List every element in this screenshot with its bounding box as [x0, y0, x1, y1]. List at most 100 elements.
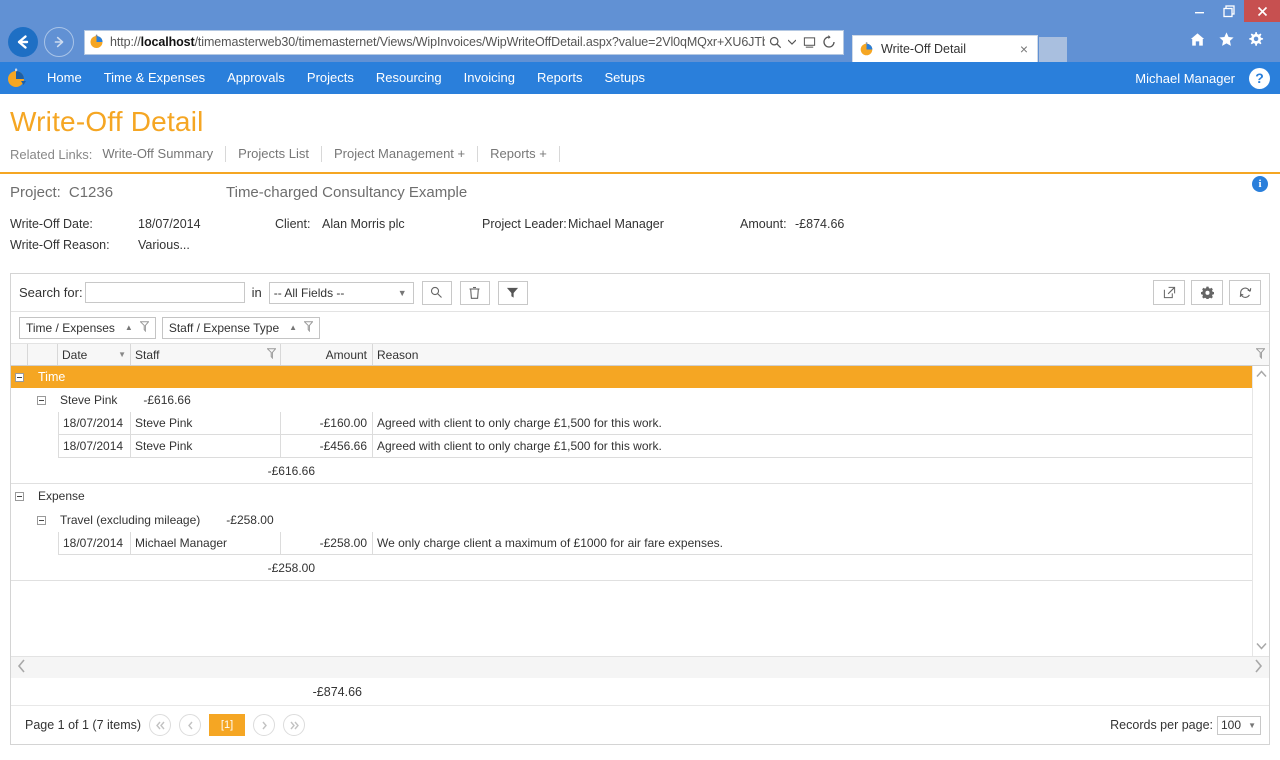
nav-item-time-expenses[interactable]: Time & Expenses [93, 62, 216, 94]
group-row-level2[interactable]: Travel (excluding mileage) -£258.00 [11, 508, 1269, 532]
table-row[interactable]: 18/07/2014 Steve Pink -£456.66 Agreed wi… [11, 435, 1269, 458]
subtotal-amount: -£258.00 [267, 560, 315, 575]
related-link-project-management[interactable]: Project Management + [320, 146, 477, 162]
row-amount: -£258.00 [281, 532, 373, 555]
close-icon[interactable]: × [1017, 41, 1031, 57]
subtotal-row: -£616.66 [11, 458, 1269, 484]
gear-icon [1200, 286, 1214, 299]
app-navigation-bar: Home Time & Expenses Approvals Projects … [0, 62, 1280, 94]
page-info-label: Page 1 of 1 (7 items) [25, 718, 142, 732]
clear-search-button[interactable] [459, 280, 490, 305]
refresh-icon [1239, 287, 1251, 298]
last-page-icon[interactable] [283, 714, 306, 736]
related-link-reports[interactable]: Reports + [477, 146, 559, 162]
filter-icon[interactable] [1255, 347, 1266, 362]
row-date: 18/07/2014 [58, 435, 131, 458]
sort-asc-icon[interactable]: ▲ [289, 323, 297, 332]
grid-header-staff-label: Staff [135, 347, 160, 362]
grid-header-date-label: Date [62, 347, 88, 362]
records-per-page-select[interactable]: 100 ▼ [1217, 715, 1261, 735]
row-date: 18/07/2014 [58, 412, 131, 435]
row-staff: Steve Pink [131, 412, 281, 435]
restore-icon[interactable] [1214, 0, 1244, 22]
collapse-icon[interactable] [37, 515, 46, 525]
row-staff: Michael Manager [131, 532, 281, 555]
table-row[interactable]: 18/07/2014 Steve Pink -£160.00 Agreed wi… [11, 412, 1269, 435]
write-off-detail-panel: Search for: in -- All Fields -- ▼ Time /… [10, 273, 1270, 745]
search-input[interactable] [84, 282, 245, 303]
prev-page-icon[interactable] [179, 714, 202, 736]
favorites-star-icon[interactable] [1218, 31, 1235, 53]
nav-item-home[interactable]: Home [36, 62, 93, 94]
info-icon[interactable]: i [1252, 176, 1268, 192]
write-off-reason-value: Various... [138, 238, 190, 252]
collapse-icon[interactable] [37, 395, 46, 405]
sort-asc-icon[interactable]: ▲ [125, 323, 133, 332]
current-user-label[interactable]: Michael Manager [1135, 71, 1249, 86]
new-tab-button[interactable] [1039, 37, 1067, 62]
amount-value: -£874.66 [795, 217, 845, 231]
group-chip-label: Staff / Expense Type [168, 320, 280, 335]
filter-button[interactable] [497, 280, 528, 305]
chevron-down-icon[interactable] [1255, 641, 1267, 653]
search-field-select[interactable]: -- All Fields -- ▼ [268, 281, 414, 304]
nav-item-resourcing[interactable]: Resourcing [365, 62, 453, 94]
sort-desc-icon[interactable]: ▼ [118, 350, 126, 359]
filter-icon[interactable] [266, 347, 277, 362]
minimize-icon[interactable] [1184, 0, 1214, 22]
related-link-projects-list[interactable]: Projects List [225, 146, 321, 162]
grid-vertical-scrollbar[interactable] [1252, 366, 1269, 656]
home-icon[interactable] [1189, 31, 1206, 53]
row-amount: -£160.00 [281, 412, 373, 435]
group-chip-staff-expense-type[interactable]: Staff / Expense Type ▲ [161, 316, 321, 339]
grid-header-staff[interactable]: Staff [131, 344, 281, 365]
group-row-level1[interactable]: Expense [11, 484, 1269, 508]
write-off-meta: Write-Off Date: 18/07/2014 Write-Off Rea… [0, 213, 1280, 259]
popout-button[interactable] [1153, 280, 1185, 305]
row-staff: Steve Pink [131, 435, 281, 458]
chevron-left-icon[interactable] [17, 658, 26, 677]
chevron-right-icon[interactable] [1254, 658, 1263, 677]
grid-header-date[interactable]: Date ▼ [58, 344, 131, 365]
nav-item-invoicing[interactable]: Invoicing [453, 62, 526, 94]
group-chip-time-expenses[interactable]: Time / Expenses ▲ [19, 316, 156, 339]
grid-header-amount[interactable]: Amount [281, 344, 373, 365]
chevron-up-icon[interactable] [1255, 369, 1267, 381]
close-icon[interactable] [1244, 0, 1280, 22]
current-page-button[interactable]: [1] [209, 714, 246, 736]
grid-horizontal-scrollbar[interactable] [11, 656, 1269, 678]
compatibility-view-icon[interactable] [799, 36, 819, 49]
filter-icon[interactable] [139, 320, 150, 335]
trash-icon [469, 286, 480, 299]
nav-item-projects[interactable]: Projects [296, 62, 365, 94]
grid-header-reason[interactable]: Reason [373, 344, 1269, 365]
filter-icon[interactable] [303, 320, 314, 335]
search-button[interactable] [421, 280, 452, 305]
collapse-icon[interactable] [15, 491, 24, 501]
write-off-date-label: Write-Off Date: [10, 217, 93, 231]
settings-button[interactable] [1191, 280, 1223, 305]
search-icon[interactable] [765, 36, 785, 49]
group-row-label: Travel (excluding mileage) [60, 513, 201, 527]
next-page-icon[interactable] [253, 714, 276, 736]
client-label: Client: [275, 217, 311, 231]
address-bar[interactable]: http://localhost/timemasterweb30/timemas… [84, 29, 844, 55]
table-row[interactable]: 18/07/2014 Michael Manager -£258.00 We o… [11, 532, 1269, 555]
group-row-level2[interactable]: Steve Pink -£616.66 [11, 388, 1269, 412]
related-link-write-off-summary[interactable]: Write-Off Summary [102, 146, 225, 162]
help-icon[interactable]: ? [1249, 67, 1270, 89]
collapse-icon[interactable] [15, 372, 24, 382]
group-row-level1[interactable]: Time [11, 366, 1269, 388]
nav-item-approvals[interactable]: Approvals [216, 62, 296, 94]
forward-arrow-icon[interactable] [44, 27, 74, 57]
search-icon [431, 286, 443, 298]
refresh-button[interactable] [1229, 280, 1261, 305]
refresh-icon[interactable] [819, 35, 839, 49]
chevron-down-icon[interactable] [785, 39, 799, 45]
nav-item-reports[interactable]: Reports [526, 62, 594, 94]
first-page-icon[interactable] [149, 714, 172, 736]
settings-gear-icon[interactable] [1247, 31, 1264, 53]
nav-item-setups[interactable]: Setups [593, 62, 655, 94]
back-arrow-icon[interactable] [8, 27, 38, 57]
browser-tab[interactable]: Write-Off Detail × [852, 35, 1038, 62]
